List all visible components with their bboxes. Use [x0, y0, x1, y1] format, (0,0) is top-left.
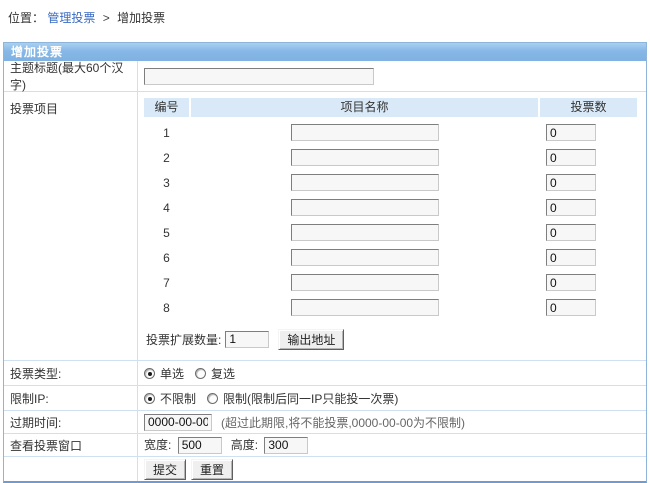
item-name-input-5[interactable]	[291, 224, 439, 241]
topic-title-row: 主题标题(最大60个汉字)	[4, 61, 646, 91]
breadcrumb-current: 增加投票	[117, 11, 165, 25]
actions-row: 提交 重置	[4, 456, 646, 481]
radio-multi-choice[interactable]	[195, 368, 206, 379]
item-name-input-4[interactable]	[291, 199, 439, 216]
breadcrumb-link-manage-votes[interactable]: 管理投票	[47, 11, 95, 25]
item-votes-input-3[interactable]	[546, 174, 596, 191]
expire-time-row: 过期时间: (超过此期限,将不能投票,0000-00-00为不限制)	[4, 410, 646, 433]
radio-ip-limited[interactable]	[207, 393, 218, 404]
item-votes-input-4[interactable]	[546, 199, 596, 216]
expand-count-group: 投票扩展数量: 输出地址	[146, 328, 637, 350]
item-name-input-3[interactable]	[291, 174, 439, 191]
window-height-group: 高度:	[231, 436, 309, 454]
actions-empty-label	[4, 457, 137, 481]
vote-items-label: 投票项目	[4, 92, 137, 360]
limit-ip-label: 限制IP:	[4, 386, 137, 410]
row-number: 3	[144, 176, 189, 190]
item-votes-input-8[interactable]	[546, 299, 596, 316]
item-name-input-1[interactable]	[291, 124, 439, 141]
expire-time-note: (超过此期限,将不能投票,0000-00-00为不限制)	[221, 414, 465, 431]
radio-single-choice[interactable]	[144, 368, 155, 379]
row-number: 7	[144, 276, 189, 290]
view-window-row: 查看投票窗口 宽度: 高度:	[4, 433, 646, 456]
radio-ip-limited-label: 限制(限制后同一IP只能投一次票)	[223, 390, 398, 407]
row-number: 8	[144, 301, 189, 315]
window-width-input[interactable]	[178, 437, 222, 454]
table-row: 3	[144, 170, 637, 195]
expand-count-label: 投票扩展数量:	[146, 331, 221, 348]
radio-ip-unlimited[interactable]	[144, 393, 155, 404]
item-votes-input-7[interactable]	[546, 274, 596, 291]
row-number: 6	[144, 251, 189, 265]
breadcrumb: 位置： 管理投票 > 增加投票	[0, 0, 650, 42]
expire-time-input[interactable]	[144, 414, 212, 431]
vote-type-row: 投票类型: 单选 复选	[4, 360, 646, 385]
topic-title-label: 主题标题(最大60个汉字)	[4, 61, 137, 91]
vote-items-row: 投票项目 编号 项目名称 投票数 1 2	[4, 91, 646, 360]
radio-multi-choice-label: 复选	[211, 365, 235, 382]
table-row: 6	[144, 245, 637, 270]
table-row: 2	[144, 145, 637, 170]
row-number: 5	[144, 226, 189, 240]
window-width-group: 宽度:	[144, 436, 222, 454]
add-vote-panel: 增加投票 主题标题(最大60个汉字) 投票项目 编号 项目名称 投票数 1	[3, 42, 647, 483]
column-header-name: 项目名称	[191, 98, 538, 117]
expire-time-label: 过期时间:	[4, 411, 137, 433]
table-row: 5	[144, 220, 637, 245]
vote-items-table-header: 编号 项目名称 投票数	[144, 98, 637, 117]
item-votes-input-6[interactable]	[546, 249, 596, 266]
window-height-label: 高度:	[231, 438, 258, 452]
row-number: 4	[144, 201, 189, 215]
row-number: 1	[144, 126, 189, 140]
item-name-input-6[interactable]	[291, 249, 439, 266]
submit-button[interactable]: 提交	[144, 459, 186, 480]
expand-count-input[interactable]	[225, 331, 269, 348]
reset-button[interactable]: 重置	[191, 459, 233, 480]
table-row: 4	[144, 195, 637, 220]
breadcrumb-separator: >	[103, 11, 110, 25]
view-window-label: 查看投票窗口	[4, 434, 137, 456]
item-name-input-7[interactable]	[291, 274, 439, 291]
table-row: 1	[144, 120, 637, 145]
item-name-input-2[interactable]	[291, 149, 439, 166]
vote-type-label: 投票类型:	[4, 361, 137, 385]
window-width-label: 宽度:	[144, 438, 171, 452]
radio-single-choice-label: 单选	[160, 365, 184, 382]
limit-ip-row: 限制IP: 不限制 限制(限制后同一IP只能投一次票)	[4, 385, 646, 410]
output-address-button[interactable]: 输出地址	[278, 329, 344, 350]
row-number: 2	[144, 151, 189, 165]
vote-items-table: 编号 项目名称 投票数 1 2 3	[144, 98, 637, 350]
breadcrumb-prefix: 位置：	[8, 11, 44, 25]
topic-title-input[interactable]	[144, 68, 374, 85]
column-header-votes: 投票数	[540, 98, 637, 117]
window-height-input[interactable]	[264, 437, 308, 454]
table-row: 8	[144, 295, 637, 320]
radio-ip-unlimited-label: 不限制	[160, 390, 196, 407]
item-votes-input-1[interactable]	[546, 124, 596, 141]
item-votes-input-5[interactable]	[546, 224, 596, 241]
item-votes-input-2[interactable]	[546, 149, 596, 166]
item-name-input-8[interactable]	[291, 299, 439, 316]
table-row: 7	[144, 270, 637, 295]
column-header-number: 编号	[144, 98, 189, 117]
